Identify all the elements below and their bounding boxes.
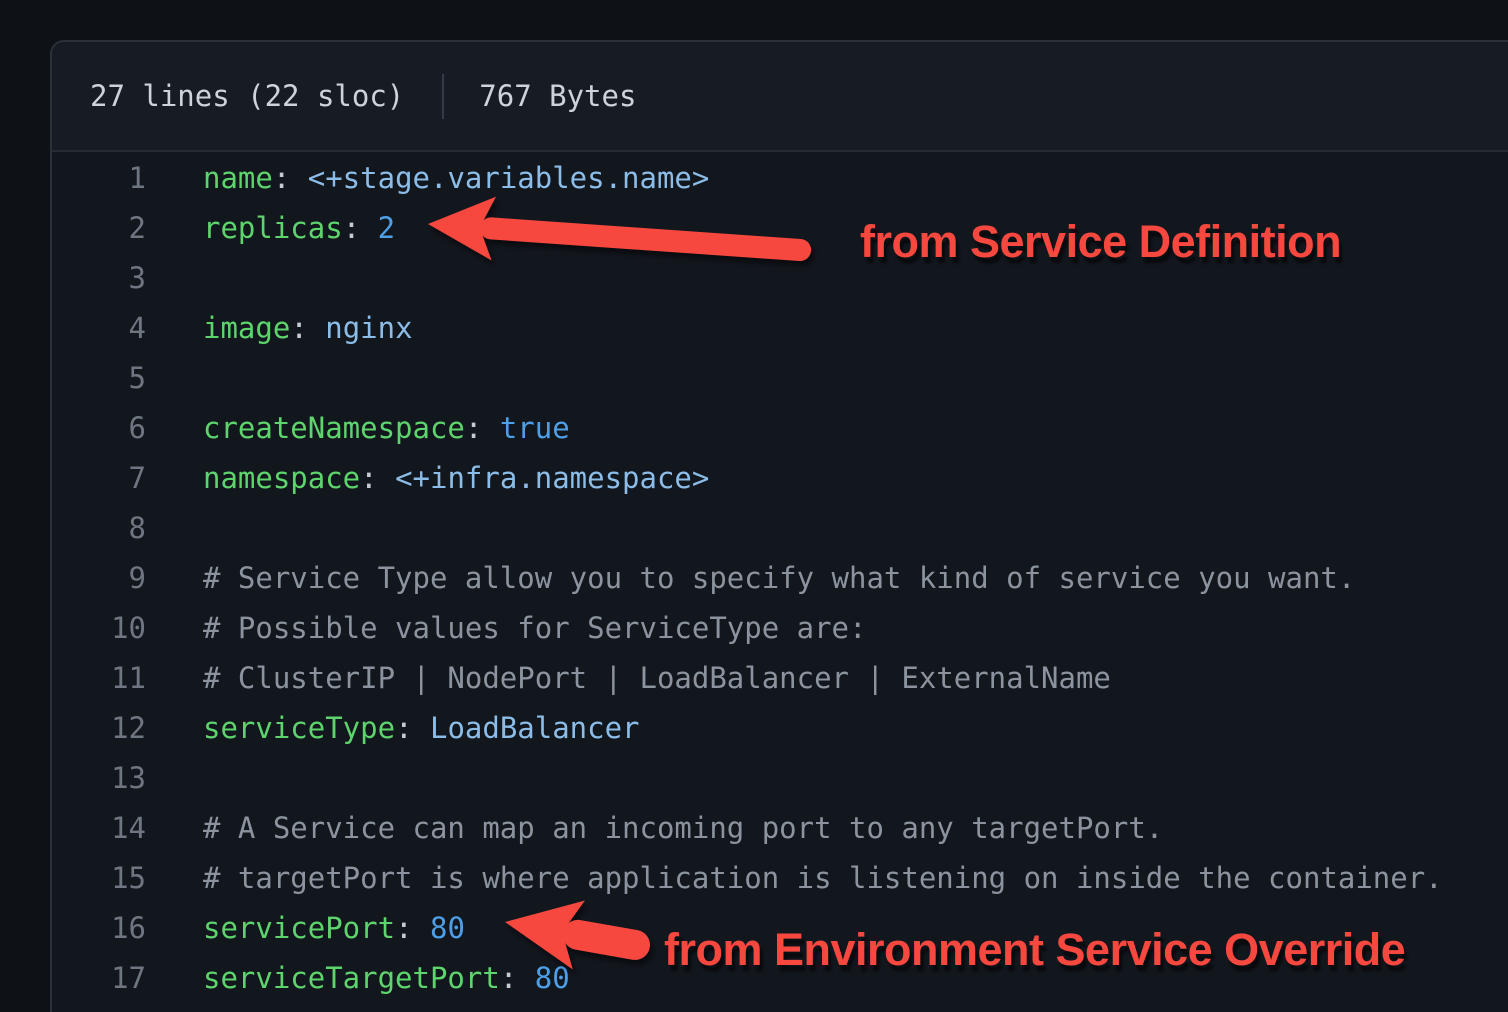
code-line: 15 # targetPort is where application is l…: [52, 853, 1508, 903]
code-line: 11 # ClusterIP | NodePort | LoadBalancer …: [52, 653, 1508, 703]
code-line: 9 # Service Type allow you to specify wha…: [52, 553, 1508, 603]
line-number[interactable]: 7: [52, 461, 146, 495]
file-lines-info: 27 lines (22 sloc): [90, 79, 404, 113]
line-number[interactable]: 15: [52, 861, 146, 895]
code-text: image: nginx: [203, 311, 413, 345]
line-number[interactable]: 1: [52, 161, 146, 195]
line-number[interactable]: 10: [52, 611, 146, 645]
code-text: servicePort: 80: [203, 911, 465, 945]
code-text: replicas: 2: [203, 211, 395, 245]
annotation-environment-override: from Environment Service Override: [664, 927, 1405, 972]
arrow-up-left-icon: [490, 885, 670, 985]
file-header: 27 lines (22 sloc) 767 Bytes: [52, 42, 1508, 152]
line-number[interactable]: 4: [52, 311, 146, 345]
annotation-service-definition: from Service Definition: [860, 219, 1341, 264]
code-text: namespace: <+infra.namespace>: [203, 461, 709, 495]
code-area: 1name: <+stage.variables.name>2replicas:…: [52, 152, 1508, 1003]
line-number[interactable]: 13: [52, 761, 146, 795]
code-line: 5: [52, 353, 1508, 403]
line-number[interactable]: 5: [52, 361, 146, 395]
line-number[interactable]: 9: [52, 561, 146, 595]
arrow-left-icon: [410, 185, 830, 275]
line-number[interactable]: 6: [52, 411, 146, 445]
line-number[interactable]: 2: [52, 211, 146, 245]
file-size-info: 767 Bytes: [479, 79, 636, 113]
code-line: 7 namespace: <+infra.namespace>: [52, 453, 1508, 503]
code-text: # Service Type allow you to specify what…: [203, 561, 1355, 595]
code-line: 4 image: nginx: [52, 303, 1508, 353]
line-number[interactable]: 17: [52, 961, 146, 995]
line-number[interactable]: 11: [52, 661, 146, 695]
code-text: createNamespace: true: [203, 411, 570, 445]
line-number[interactable]: 8: [52, 511, 146, 545]
line-number[interactable]: 16: [52, 911, 146, 945]
code-line: 13: [52, 753, 1508, 803]
line-number[interactable]: 3: [52, 261, 146, 295]
code-line: 8: [52, 503, 1508, 553]
line-number[interactable]: 12: [52, 711, 146, 745]
code-text: serviceType: LoadBalancer: [203, 711, 640, 745]
code-line: 10 # Possible values for ServiceType are:: [52, 603, 1508, 653]
code-line: 14 # A Service can map an incoming port t…: [52, 803, 1508, 853]
code-line: 12 serviceType: LoadBalancer: [52, 703, 1508, 753]
page: 27 lines (22 sloc) 767 Bytes 1name: <+st…: [0, 0, 1508, 1012]
header-divider: [442, 74, 444, 119]
code-text: # A Service can map an incoming port to …: [203, 811, 1163, 845]
code-text: # ClusterIP | NodePort | LoadBalancer | …: [203, 661, 1111, 695]
line-number[interactable]: 14: [52, 811, 146, 845]
code-text: # targetPort is where application is lis…: [203, 861, 1443, 895]
code-text: # Possible values for ServiceType are:: [203, 611, 866, 645]
code-line: 6 createNamespace: true: [52, 403, 1508, 453]
